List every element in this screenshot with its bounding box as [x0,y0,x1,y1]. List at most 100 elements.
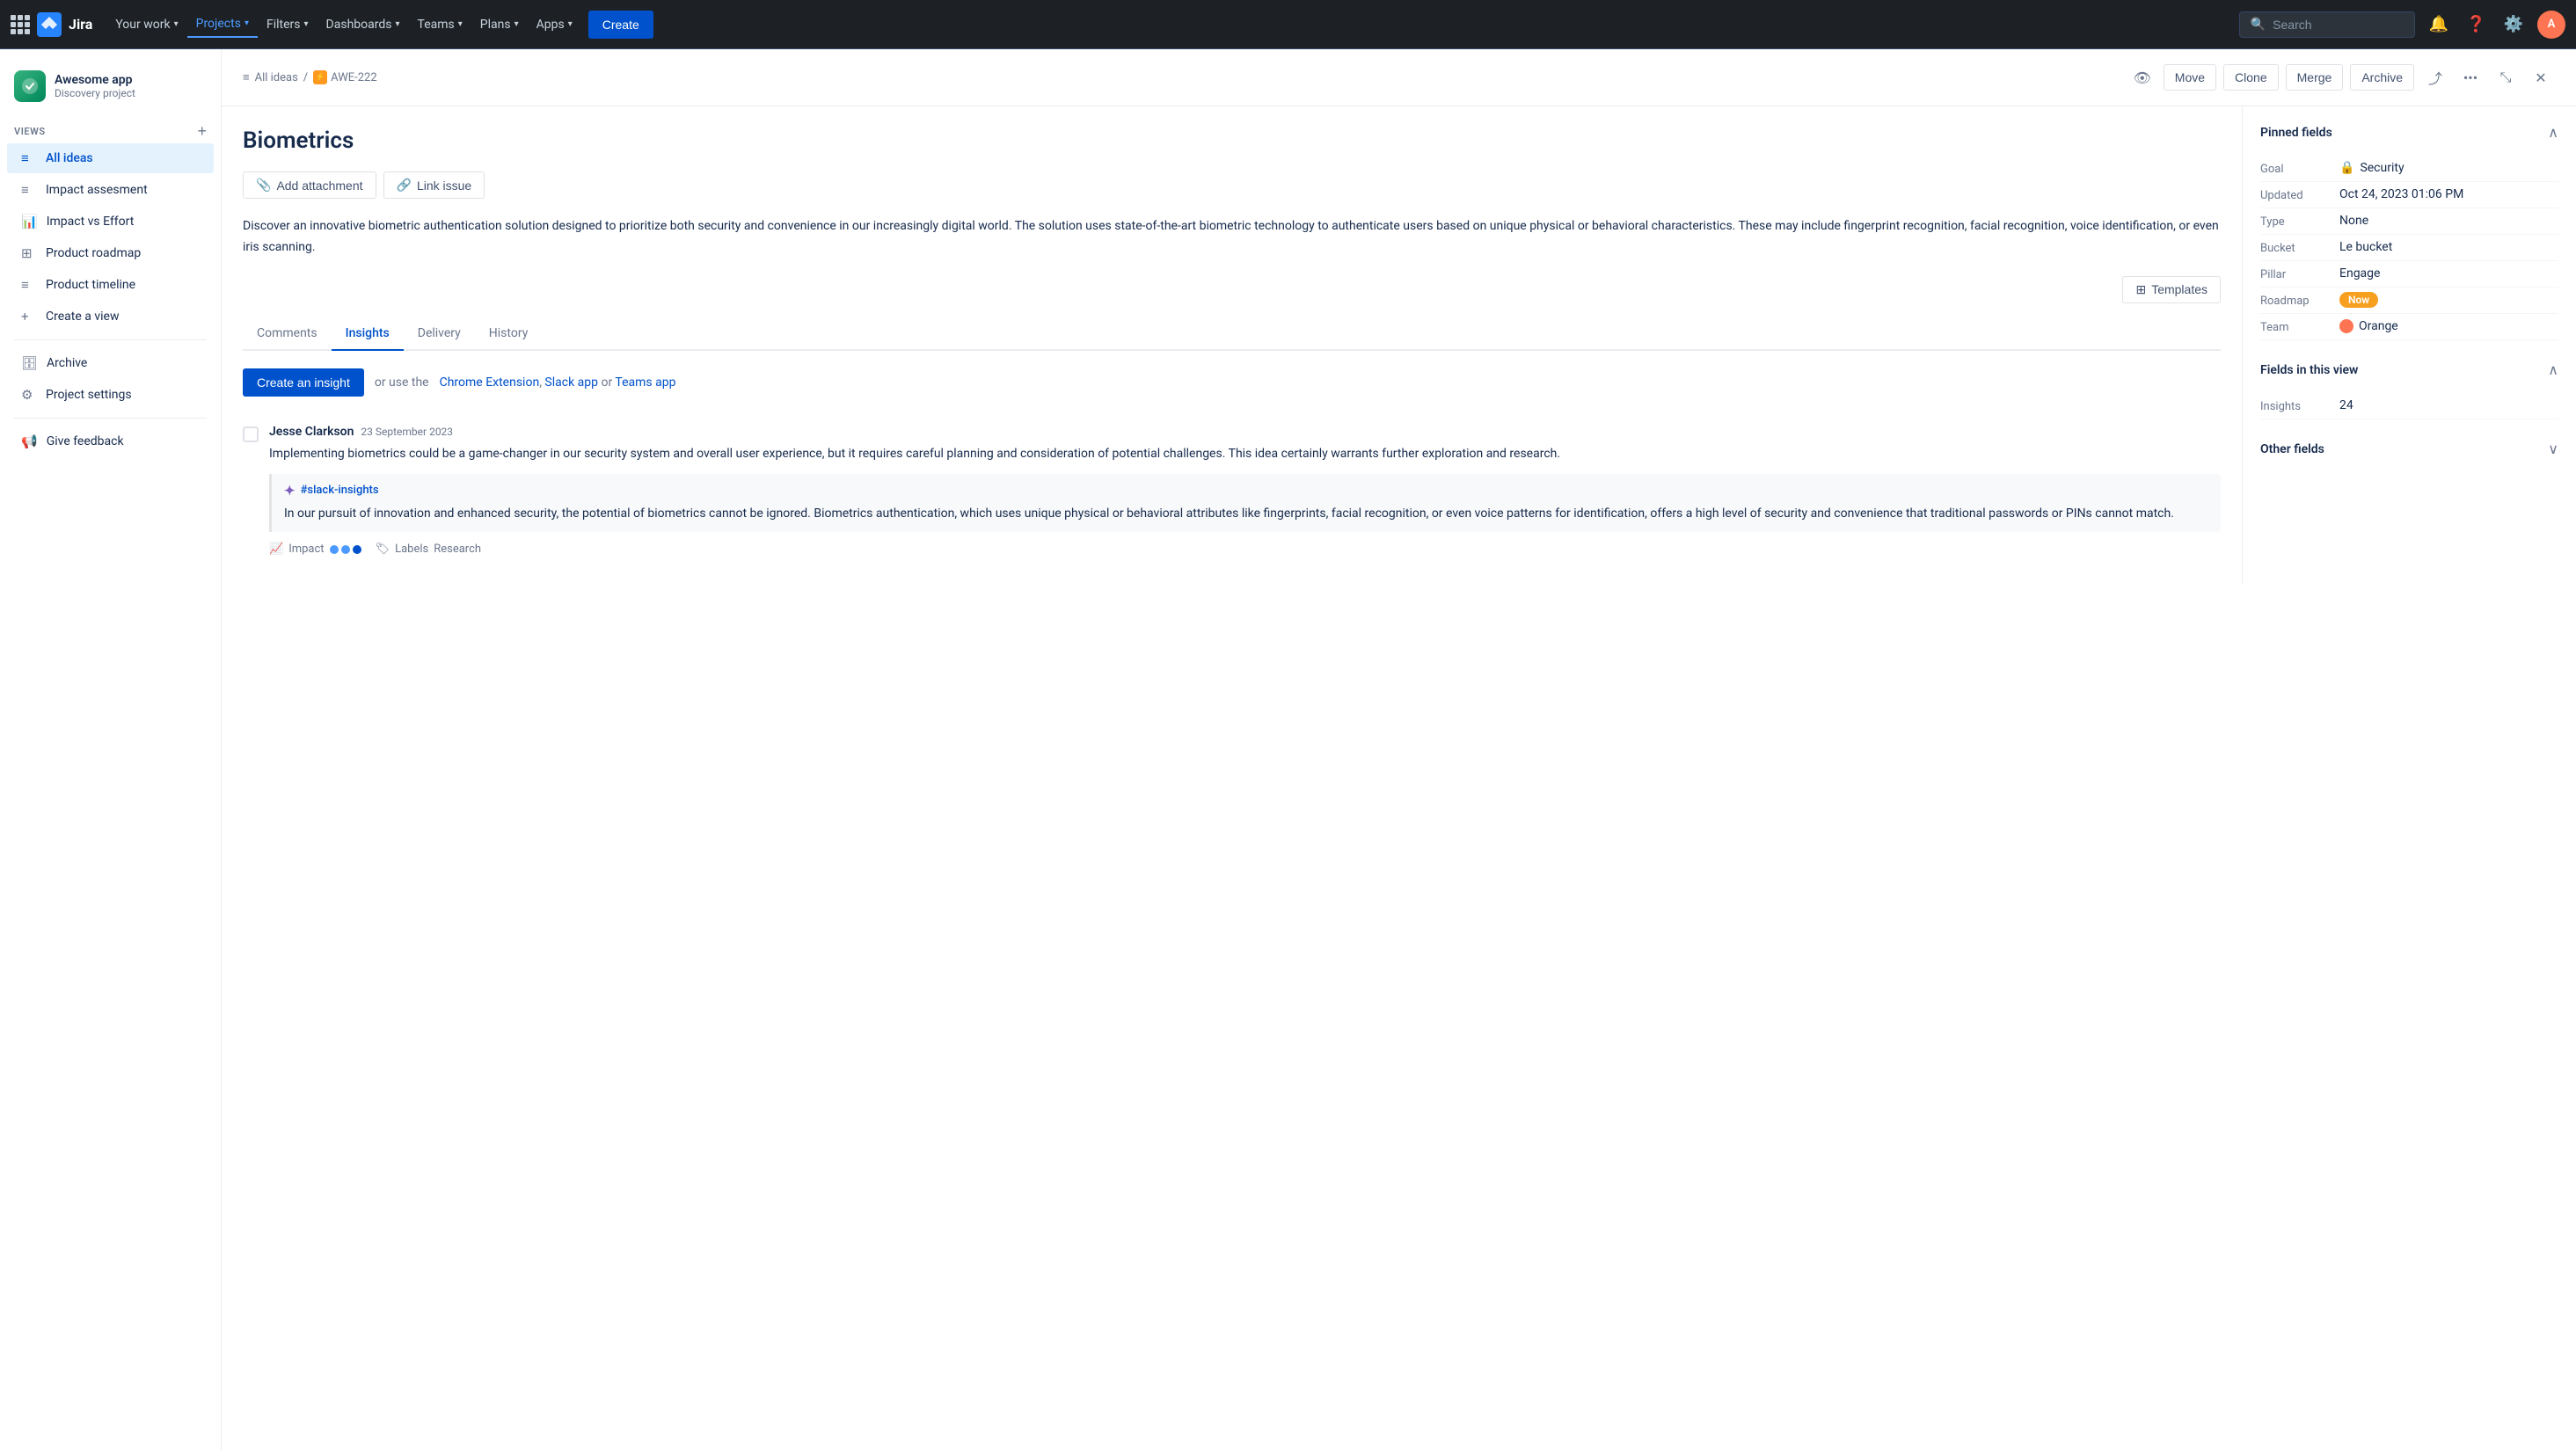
search-box[interactable]: 🔍 [2239,11,2415,38]
roadmap-value: Now [2339,293,2558,307]
bucket-value: Le bucket [2339,240,2558,254]
tab-insights[interactable]: Insights [332,317,404,351]
jira-logo-icon [37,12,62,37]
goal-value: 🔒 Security [2339,161,2558,175]
sidebar-item-impact-assessment[interactable]: ≡ Impact assesment [7,175,214,205]
notifications-icon[interactable]: 🔔 [2426,11,2452,37]
slack-app-link[interactable]: Slack app [544,375,598,390]
field-type: Type None [2260,208,2558,235]
search-icon: 🔍 [2251,18,2266,32]
merge-button[interactable]: Merge [2286,64,2344,91]
collapse-pinned-fields[interactable]: ∧ [2548,124,2558,142]
share-button[interactable]: ⤴ [2421,63,2449,91]
sidebar-item-impact-vs-effort[interactable]: 📊 Impact vs Effort [7,207,214,237]
insight-author-row: Jesse Clarkson 23 September 2023 [269,425,2221,439]
issue-description: Discover an innovative biometric authent… [243,216,2221,259]
archive-button[interactable]: Archive [2350,64,2414,91]
user-avatar[interactable]: A [2537,11,2565,39]
project-name: Awesome app [55,73,207,87]
sidebar-archive[interactable]: 🗄 Archive [7,348,214,378]
chevron-down-icon: ▾ [458,19,463,29]
topnav-right-area: 🔍 🔔 ❓ ⚙️ A [2239,11,2565,39]
help-icon[interactable]: ❓ [2463,11,2489,37]
clone-button[interactable]: Clone [2223,64,2279,91]
add-view-button[interactable]: + [197,123,207,139]
grid-icon: ⊞ [21,245,37,261]
sidebar-item-product-timeline[interactable]: ≡ Product timeline [7,270,214,300]
close-button[interactable]: ✕ [2527,63,2555,91]
sidebar-item-product-roadmap[interactable]: ⊞ Product roadmap [7,238,214,268]
other-fields-title: Other fields [2260,442,2324,456]
field-updated: Updated Oct 24, 2023 01:06 PM [2260,182,2558,208]
updated-value: Oct 24, 2023 01:06 PM [2339,187,2558,201]
more-actions-button[interactable]: ••• [2456,63,2485,91]
tab-history[interactable]: History [475,317,543,351]
sidebar-give-feedback[interactable]: 📢 Give feedback [7,426,214,456]
sidebar-project-settings[interactable]: ⚙ Project settings [7,380,214,410]
breadcrumb-all-ideas[interactable]: All ideas [255,71,298,84]
field-team: Team Orange [2260,314,2558,340]
nav-teams[interactable]: Teams ▾ [409,12,471,37]
watch-button[interactable]: 👁 [2128,63,2156,91]
lock-icon: 🔒 [2339,161,2354,175]
move-button[interactable]: Move [2164,64,2216,91]
nav-plans[interactable]: Plans ▾ [471,12,528,37]
insight-content: Jesse Clarkson 23 September 2023 Impleme… [269,425,2221,557]
sidebar-divider-2 [14,418,207,419]
app-switcher[interactable] [11,15,30,34]
create-button[interactable]: Create [588,11,653,39]
insight-checkbox[interactable] [243,426,259,442]
nav-apps[interactable]: Apps ▾ [528,12,581,37]
chevron-down-icon: ▾ [568,19,573,29]
create-insight-button[interactable]: Create an insight [243,368,364,397]
dot-3 [353,545,361,554]
project-info: Awesome app Discovery project [55,73,207,99]
other-fields-section[interactable]: Other fields ∨ [2260,434,2558,465]
field-bucket: Bucket Le bucket [2260,235,2558,261]
collapse-fields-in-view[interactable]: ∧ [2548,361,2558,379]
add-attachment-button[interactable]: 📎 Add attachment [243,171,376,199]
teams-app-link[interactable]: Teams app [615,375,675,390]
breadcrumb-icon: ≡ [243,70,250,84]
link-issue-button[interactable]: 🔗 Link issue [383,171,485,199]
nav-projects[interactable]: Projects ▾ [187,11,258,38]
roadmap-badge: Now [2339,292,2378,308]
expand-button[interactable]: ⤡ [2492,63,2520,91]
nav-filters[interactable]: Filters ▾ [258,12,317,37]
attachment-toolbar: 📎 Add attachment 🔗 Link issue [243,171,2221,199]
expand-other-fields[interactable]: ∨ [2548,441,2558,458]
tab-delivery[interactable]: Delivery [404,317,475,351]
issue-type-icon: ⚡ [313,70,327,84]
tab-comments[interactable]: Comments [243,317,332,351]
insights-count: 24 [2339,398,2558,412]
slack-channel: ✦ #slack-insights [284,483,2208,499]
chevron-down-icon: ▾ [244,18,249,28]
insight-text: Implementing biometrics could be a game-… [269,444,2221,463]
jira-logo[interactable]: Jira [37,12,92,37]
project-icon [14,70,46,102]
chevron-down-icon: ▾ [304,19,309,29]
plus-icon: + [21,309,37,324]
nav-your-work[interactable]: Your work ▾ [106,12,186,37]
create-insight-row: Create an insight or use the Chrome Exte… [243,368,2221,397]
chevron-down-icon: ▾ [395,19,399,29]
sidebar-divider [14,339,207,340]
megaphone-icon: 📢 [21,434,38,449]
nav-dashboards[interactable]: Dashboards ▾ [317,12,409,37]
templates-button[interactable]: ⊞ Templates [2122,276,2221,303]
views-section-label: VIEWS + [0,116,221,142]
issue-tabs: Comments Insights Delivery History [243,317,2221,351]
other-fields-header: Other fields ∨ [2260,434,2558,465]
templates-row: ⊞ Templates [243,276,2221,303]
chrome-extension-link[interactable]: Chrome Extension [440,375,540,390]
archive-icon: 🗄 [21,355,38,371]
search-input[interactable] [2273,18,2404,32]
pinned-fields-section: Pinned fields ∧ Goal 🔒 Security Updated … [2260,124,2558,340]
field-roadmap: Roadmap Now [2260,288,2558,314]
settings-icon[interactable]: ⚙️ [2500,11,2527,37]
sidebar-create-view[interactable]: + Create a view [7,302,214,332]
sidebar-item-all-ideas[interactable]: ≡ All ideas [7,143,214,173]
right-sidebar: Pinned fields ∧ Goal 🔒 Security Updated … [2242,106,2576,584]
tag-icon: 🏷 [376,543,390,556]
slack-text: In our pursuit of innovation and enhance… [284,504,2208,523]
